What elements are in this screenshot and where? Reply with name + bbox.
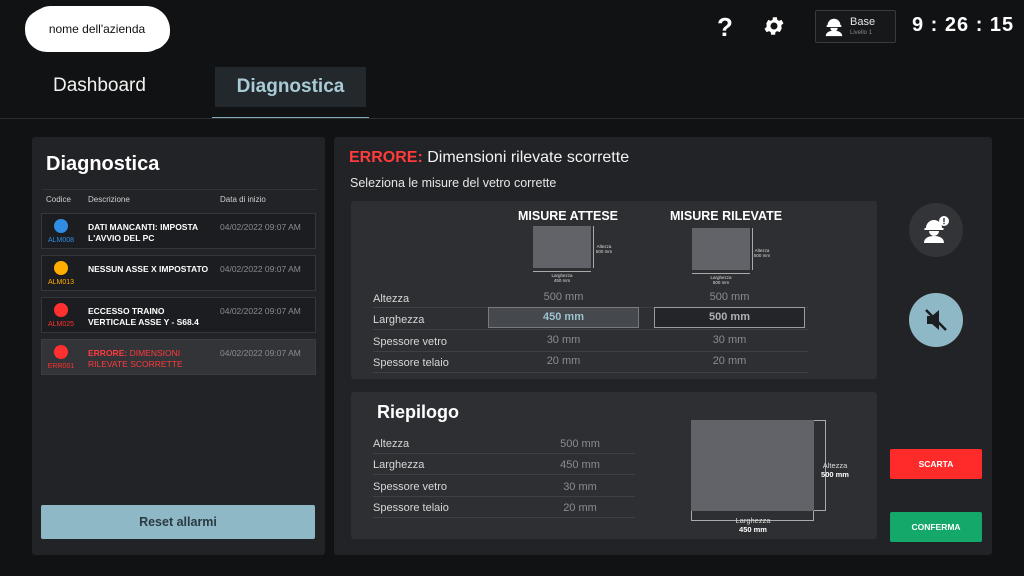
alarm-date: 04/02/2022 09:07 AM xyxy=(220,348,301,358)
summary-section: Riepilogo Altezza 500 mm Larghezza 450 m… xyxy=(351,392,877,539)
height-dimension-tick xyxy=(814,420,825,421)
detected-glass-diagram xyxy=(692,228,750,270)
gear-icon[interactable] xyxy=(762,14,786,38)
summary-height-label: Altezza 500 mm xyxy=(821,461,849,479)
error-title: ERRORE: Dimensioni rilevate scorrette xyxy=(349,149,629,167)
row-divider xyxy=(373,329,808,330)
alarm-date: 04/02/2022 09:07 AM xyxy=(220,264,301,274)
alarm-description: ECCESSO TRAINO VERTICALE ASSE Y - S68.4 xyxy=(88,306,199,327)
error-label: ERRORE: xyxy=(349,149,423,166)
error-title-text: Dimensioni rilevate scorrette xyxy=(427,149,630,166)
speaker-muted-icon xyxy=(925,309,947,331)
alarm-row-alm013[interactable]: ALM013 NESSUN ASSE X IMPOSTATO 04/02/202… xyxy=(41,255,316,291)
row-divider xyxy=(373,351,808,352)
alarm-code: ALM008 xyxy=(47,237,75,244)
user-helmet-icon xyxy=(825,18,843,37)
alarm-status-dot xyxy=(54,219,68,233)
mute-alarm-button[interactable] xyxy=(909,293,963,347)
row-label-altezza: Altezza xyxy=(373,293,410,305)
width-dimension-tick xyxy=(813,511,814,520)
call-operator-button[interactable] xyxy=(909,203,963,257)
summary-label-altezza: Altezza xyxy=(373,438,410,450)
detected-height-label: Altezza 500 mm xyxy=(753,248,771,258)
row-divider xyxy=(373,372,808,373)
summary-title: Riepilogo xyxy=(377,402,459,422)
summary-label-spessore-telaio: Spessore telaio xyxy=(373,502,449,514)
user-level: Livello 1 xyxy=(850,30,873,36)
reset-alarms-button[interactable]: Reset allarmi xyxy=(41,505,315,539)
error-subtitle: Seleziona le misure del vetro corrette xyxy=(350,176,557,190)
header-divider xyxy=(42,189,317,190)
alarm-status-dot xyxy=(54,303,68,317)
summary-value-spessore-vetro: 30 mm xyxy=(563,481,597,493)
row-divider xyxy=(373,517,635,518)
summary-label-spessore-vetro: Spessore vetro xyxy=(373,481,447,493)
summary-value-altezza: 500 mm xyxy=(560,438,600,450)
company-logo: nome dell'azienda xyxy=(28,8,166,50)
alarm-row-alm025[interactable]: ALM025 ECCESSO TRAINO VERTICALE ASSE Y -… xyxy=(41,297,316,333)
tab-diagnostica[interactable]: Diagnostica xyxy=(215,67,366,107)
alarm-code: ALM025 xyxy=(47,321,75,328)
row-label-spessore-telaio: Spessore telaio xyxy=(373,357,449,369)
row-divider xyxy=(373,474,635,475)
detected-spessore-vetro[interactable]: 30 mm xyxy=(654,334,805,346)
expected-larghezza[interactable]: 450 mm xyxy=(488,307,639,328)
height-dimension-tick xyxy=(814,510,825,511)
measures-comparison: MISURE ATTESE MISURE RILEVATE Altezza 500… xyxy=(351,201,877,379)
alarm-row-alm008[interactable]: ALM008 DATI MANCANTI: IMPOSTA L'AVVIO DE… xyxy=(41,213,316,249)
alarm-status-dot xyxy=(54,261,68,275)
expected-measures-header: MISURE ATTESE xyxy=(518,209,619,223)
alarm-status-dot xyxy=(54,345,68,359)
expected-glass-diagram xyxy=(533,226,591,268)
detected-measures-header: MISURE RILEVATE xyxy=(670,209,783,223)
diagnostics-panel: Diagnostica Codice Descrizione Data di i… xyxy=(32,137,325,555)
alarm-code: ALM013 xyxy=(47,279,75,286)
expected-spessore-vetro[interactable]: 30 mm xyxy=(488,334,639,346)
alarm-description-prefix: ERRORE: xyxy=(88,348,128,358)
row-label-spessore-vetro: Spessore vetro xyxy=(373,336,447,348)
alarm-description: NESSUN ASSE X IMPOSTATO xyxy=(88,264,209,274)
column-code: Codice xyxy=(46,195,71,204)
summary-value-spessore-telaio: 20 mm xyxy=(563,502,597,514)
detected-width-label: Larghezza 500 mm xyxy=(710,275,732,285)
summary-width-label: Larghezza 450 mm xyxy=(735,516,771,534)
detected-altezza[interactable]: 500 mm xyxy=(654,291,805,303)
alarm-date: 04/02/2022 09:07 AM xyxy=(220,222,301,232)
row-label-larghezza: Larghezza xyxy=(373,314,425,326)
company-name: nome dell'azienda xyxy=(48,22,146,36)
expected-altezza[interactable]: 500 mm xyxy=(488,291,639,303)
alarm-row-err001[interactable]: ERR001 ERRORE: DIMENSIONI RILEVATE SCORR… xyxy=(41,339,316,375)
user-profile-button[interactable]: Base Livello 1 xyxy=(815,10,896,43)
alarm-description: ERRORE: DIMENSIONI RILEVATE SCORRETTE xyxy=(88,348,213,370)
tab-dashboard[interactable]: Dashboard xyxy=(53,75,146,97)
discard-button[interactable]: SCARTA xyxy=(890,449,982,479)
header-divider xyxy=(0,118,1024,119)
panel-title: Diagnostica xyxy=(46,153,160,175)
width-dimension-line xyxy=(692,273,750,274)
alarm-description: DATI MANCANTI: IMPOSTA L'AVVIO DEL PC xyxy=(88,222,198,243)
alarm-date: 04/02/2022 09:07 AM xyxy=(220,306,301,316)
column-description: Descrizione xyxy=(88,195,130,204)
expected-spessore-telaio[interactable]: 20 mm xyxy=(488,355,639,367)
summary-value-larghezza: 450 mm xyxy=(560,459,600,471)
help-icon[interactable]: ? xyxy=(714,14,736,40)
summary-glass-diagram xyxy=(691,420,814,511)
detected-spessore-telaio[interactable]: 20 mm xyxy=(654,355,805,367)
confirm-button[interactable]: CONFERMA xyxy=(890,512,982,542)
operator-alert-icon xyxy=(924,216,949,243)
summary-label-larghezza: Larghezza xyxy=(373,459,425,471)
user-name: Base xyxy=(850,16,876,28)
clock: 9 : 26 : 15 xyxy=(912,14,1015,36)
alarm-code: ERR001 xyxy=(47,363,75,370)
expected-height-label: Altezza 500 mm xyxy=(595,244,613,254)
expected-width-label: Larghezza 450 mm xyxy=(551,273,573,283)
width-dimension-tick xyxy=(691,511,692,520)
column-start-date: Data di inizio xyxy=(220,195,266,204)
width-dimension-line xyxy=(533,271,591,272)
row-divider xyxy=(373,453,635,454)
detected-larghezza[interactable]: 500 mm xyxy=(654,307,805,328)
row-divider xyxy=(373,496,635,497)
